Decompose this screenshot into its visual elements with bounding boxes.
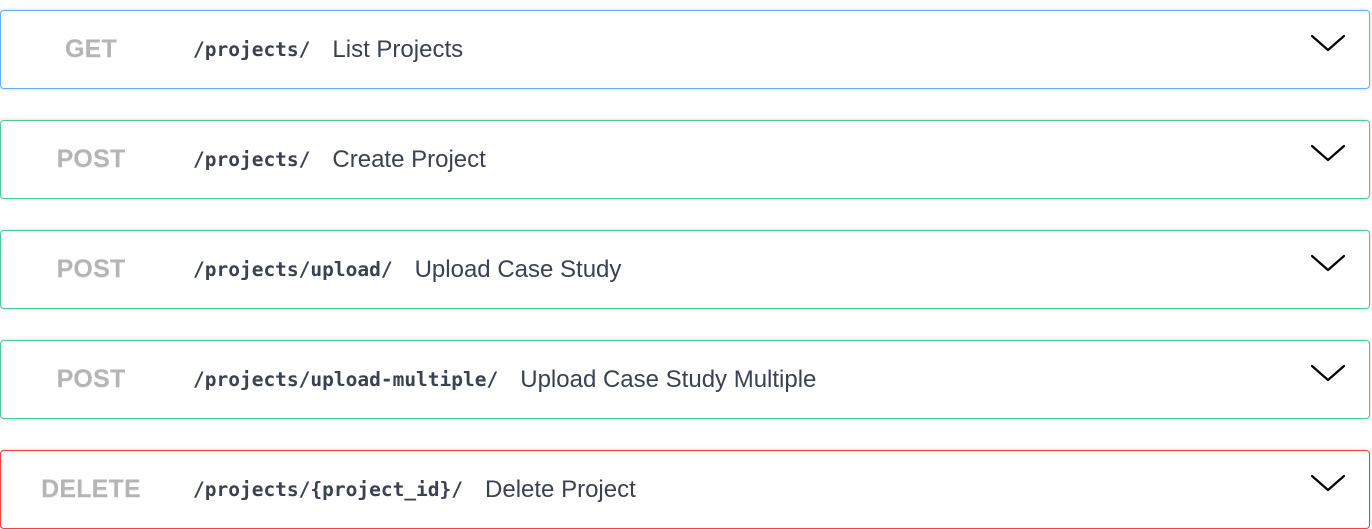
operation-summary: Create Project (332, 145, 486, 173)
method-badge: POST (56, 255, 126, 283)
chevron-down-icon[interactable] (1310, 362, 1346, 386)
operation-summary: Upload Case Study Multiple (520, 365, 817, 393)
operation-post-upload-case-study[interactable]: POST /projects/upload/ Upload Case Study (0, 230, 1370, 309)
operation-summary: List Projects (332, 35, 464, 63)
operation-post-upload-case-study-multiple[interactable]: POST /projects/upload-multiple/ Upload C… (0, 340, 1370, 419)
chevron-down-icon[interactable] (1310, 252, 1346, 276)
chevron-down-icon[interactable] (1310, 472, 1346, 496)
operation-summary: Upload Case Study (414, 255, 622, 283)
method-badge: POST (56, 365, 126, 393)
method-badge: POST (56, 145, 126, 173)
operation-post-create-project[interactable]: POST /projects/ Create Project (0, 120, 1370, 199)
chevron-down-icon[interactable] (1310, 142, 1346, 166)
endpoint-path: /projects/{project_id}/ (193, 478, 464, 501)
method-badge: DELETE (41, 475, 141, 503)
endpoint-path: /projects/upload/ (193, 258, 393, 281)
operation-get-list-projects[interactable]: GET /projects/ List Projects (0, 10, 1370, 89)
method-badge: GET (65, 35, 117, 63)
operation-summary: Delete Project (485, 475, 636, 503)
endpoint-path: /projects/upload-multiple/ (193, 368, 499, 391)
chevron-down-icon[interactable] (1310, 32, 1346, 56)
endpoint-path: /projects/ (193, 38, 311, 61)
operation-delete-project[interactable]: DELETE /projects/{project_id}/ Delete Pr… (0, 450, 1370, 529)
endpoint-path: /projects/ (193, 148, 311, 171)
operations-list: GET /projects/ List Projects POST /proje… (0, 0, 1372, 529)
